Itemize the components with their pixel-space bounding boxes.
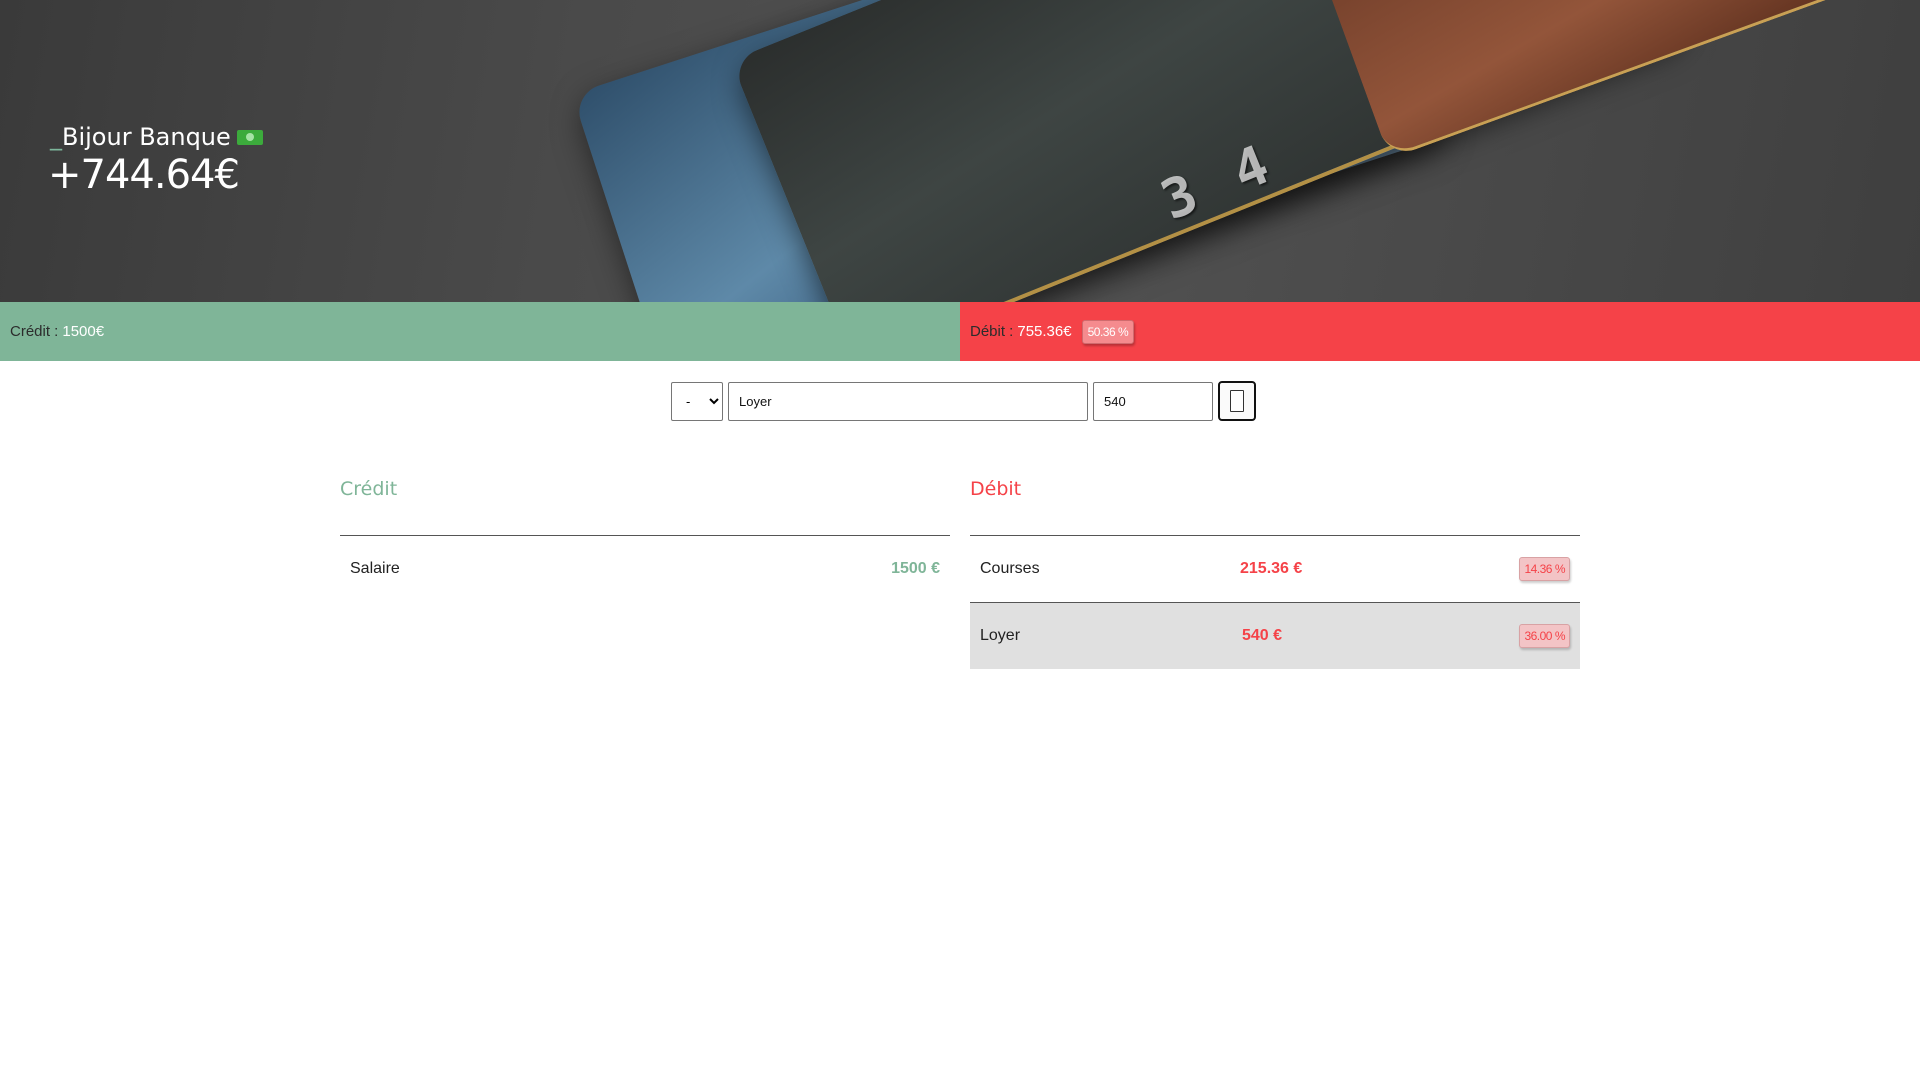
item-label: Courses	[980, 560, 1040, 577]
debit-summary: Débit : 755.36€ 50.36 %	[960, 302, 1920, 361]
credit-summary-value: 1500€	[62, 323, 105, 340]
debit-summary-label: Débit :	[970, 323, 1014, 340]
list-item[interactable]: Salaire 1500 €	[340, 535, 950, 602]
credit-card-image-copper	[1307, 0, 1920, 159]
debit-column: Débit Courses 215.36 € 14.36 % Loyer 540…	[970, 478, 1580, 669]
debit-summary-value: 755.36€	[1017, 323, 1072, 340]
list-item[interactable]: Courses 215.36 € 14.36 %	[970, 535, 1580, 602]
credit-column: Crédit Salaire 1500 €	[340, 478, 950, 602]
brand-title: _Bijour Banque	[50, 123, 231, 151]
brand: _Bijour Banque	[50, 123, 263, 151]
operation-amount-input[interactable]	[1093, 381, 1213, 421]
balance-total: +744.64€	[48, 152, 240, 198]
operation-form: -	[671, 381, 1256, 421]
operation-label-input[interactable]	[728, 381, 1088, 421]
credit-column-title: Crédit	[340, 478, 398, 500]
add-operation-button[interactable]	[1218, 381, 1256, 421]
money-icon	[236, 129, 263, 145]
item-amount: 1500 €	[891, 560, 940, 577]
item-percent-badge: 14.36 %	[1519, 557, 1570, 581]
list-item[interactable]: Loyer 540 € 36.00 %	[970, 602, 1580, 669]
credit-summary: Crédit : 1500€	[0, 302, 960, 361]
device-icon	[1230, 390, 1244, 412]
credit-summary-label: Crédit :	[10, 323, 59, 340]
summary-bar: Crédit : 1500€ Débit : 755.36€ 50.36 %	[0, 302, 1920, 361]
operation-type-select[interactable]: -	[671, 381, 723, 421]
item-percent-badge: 36.00 %	[1519, 624, 1570, 648]
item-label: Loyer	[980, 627, 1021, 644]
item-label: Salaire	[350, 560, 400, 577]
debit-percent-badge: 50.36 %	[1081, 319, 1135, 344]
item-amount: 215.36 €	[1240, 560, 1303, 577]
item-amount: 540 €	[1242, 627, 1283, 644]
hero-banner: 3 4 _Bijour Banque +744.64€	[0, 0, 1920, 302]
debit-column-title: Débit	[970, 478, 1022, 500]
